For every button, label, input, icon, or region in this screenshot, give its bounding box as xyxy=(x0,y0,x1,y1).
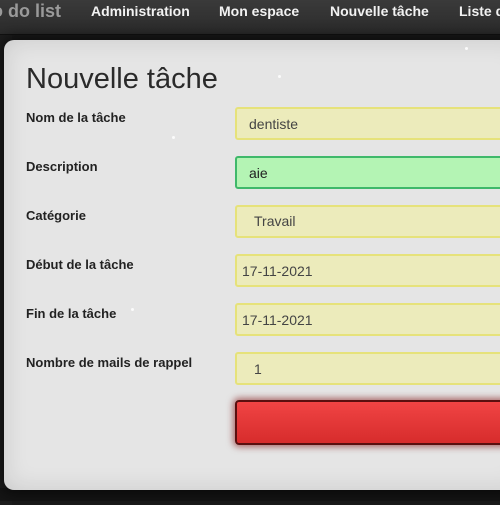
category-select[interactable]: Travail xyxy=(235,205,500,238)
star-decoration xyxy=(465,47,468,50)
description-label: Description xyxy=(26,159,98,174)
star-decoration xyxy=(172,136,175,139)
reminder-count-label: Nombre de mails de rappel xyxy=(26,355,193,370)
start-date-input[interactable] xyxy=(235,254,500,287)
category-label: Catégorie xyxy=(26,208,86,223)
nav-link-liste[interactable]: Liste d xyxy=(459,3,500,19)
task-name-label: Nom de la tâche xyxy=(26,110,126,125)
description-input[interactable] xyxy=(235,156,500,189)
nav-link-administration[interactable]: Administration xyxy=(91,3,190,19)
star-decoration xyxy=(131,308,134,311)
nav-link-mon-espace[interactable]: Mon espace xyxy=(219,3,299,19)
page-title: Nouvelle tâche xyxy=(26,63,218,95)
top-navbar: o do list Administration Mon espace Nouv… xyxy=(0,0,500,35)
star-decoration xyxy=(278,75,281,78)
reminder-count-input[interactable] xyxy=(235,352,500,385)
start-date-label: Début de la tâche xyxy=(26,257,134,272)
task-name-input[interactable] xyxy=(235,107,500,140)
end-date-label: Fin de la tâche xyxy=(26,306,117,321)
nav-link-nouvelle-tache[interactable]: Nouvelle tâche xyxy=(330,3,429,19)
end-date-input[interactable] xyxy=(235,303,500,336)
category-selected-value: Travail xyxy=(254,213,296,229)
brand-title: o do list xyxy=(0,1,61,21)
submit-button[interactable] xyxy=(235,400,500,445)
